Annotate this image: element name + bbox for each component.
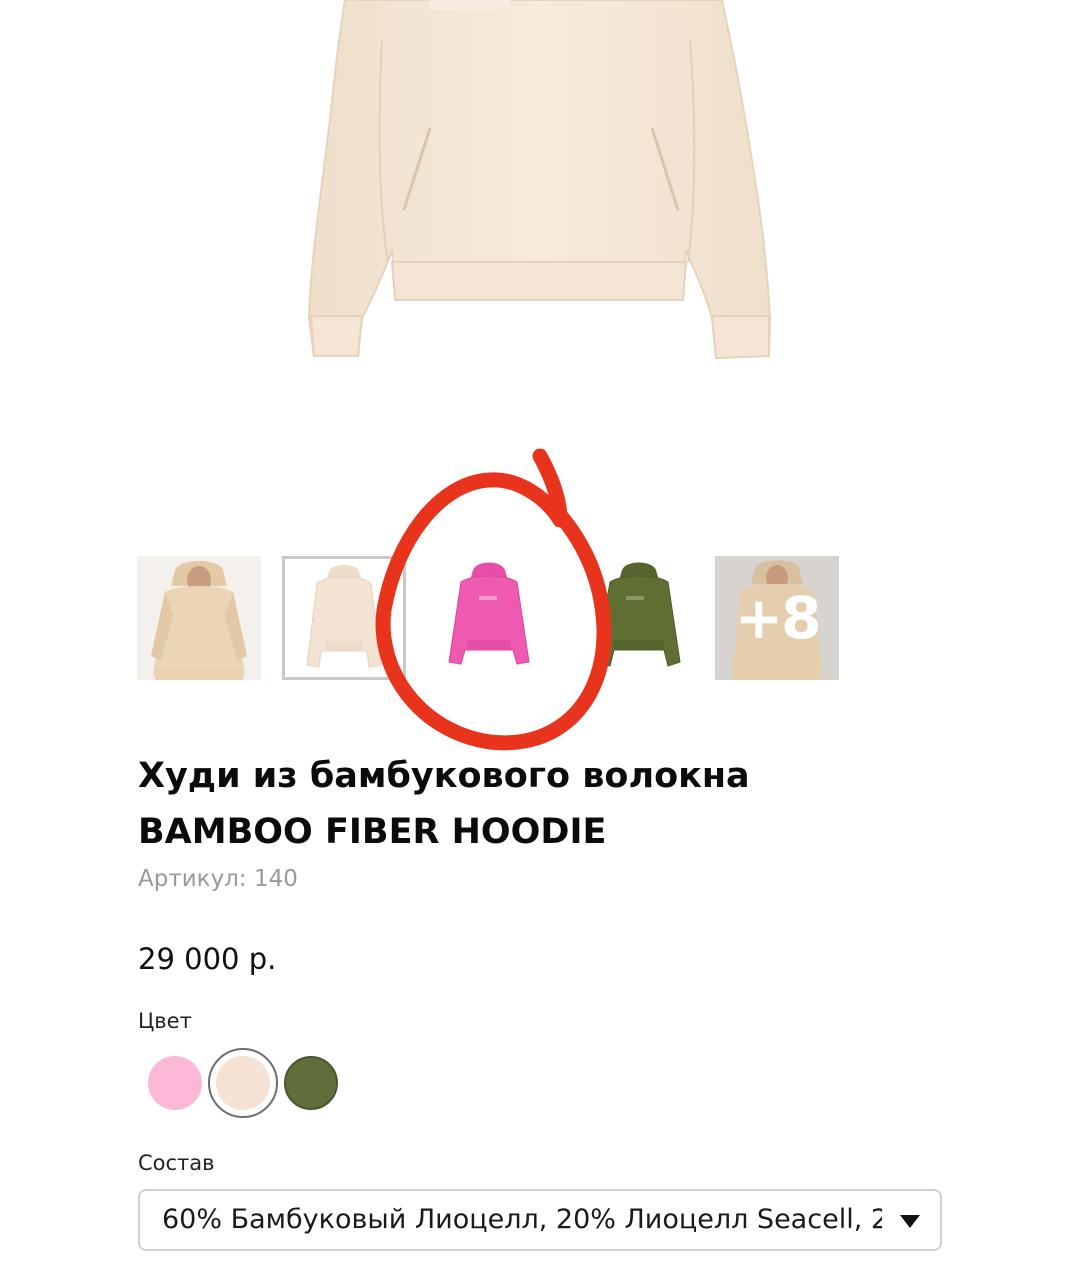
product-sku: Артикул: 140 [138, 866, 298, 892]
product-title: Худи из бамбукового волокна BAMBOO FIBER… [138, 748, 958, 860]
thumbnail-hoodie-green[interactable] [582, 556, 706, 680]
product-main-image[interactable] [0, 0, 1080, 440]
model-hoodie-image [137, 556, 261, 680]
composition-label: Состав [138, 1151, 215, 1175]
product-price: 29 000 р. [138, 942, 277, 976]
color-swatch-pink[interactable] [148, 1056, 202, 1110]
product-title-en: BAMBOO FIBER HOODIE [138, 812, 607, 852]
chevron-down-icon [900, 1215, 920, 1228]
thumbnail-gallery: +8 [137, 556, 857, 682]
hoodie-green-thumb-image [582, 556, 706, 680]
product-title-ru: Худи из бамбукового волокна [138, 756, 750, 796]
color-swatches [144, 1048, 444, 1120]
composition-selected-value: 60% Бамбуковый Лиоцелл, 20% Лиоцелл Seac… [162, 1204, 882, 1235]
color-label: Цвет [138, 1009, 192, 1033]
composition-select[interactable]: 60% Бамбуковый Лиоцелл, 20% Лиоцелл Seac… [138, 1189, 942, 1251]
hoodie-cream-image [307, 0, 772, 360]
thumbnail-more[interactable]: +8 [715, 556, 839, 680]
thumbnail-model-front[interactable] [137, 556, 261, 680]
thumbnail-hoodie-pink[interactable] [427, 556, 551, 680]
color-swatch-cream[interactable] [216, 1056, 270, 1110]
more-images-count: +8 [734, 584, 822, 652]
color-swatch-olive[interactable] [284, 1056, 338, 1110]
hoodie-pink-thumb-image [427, 556, 551, 680]
thumbnail-hoodie-cream[interactable] [282, 556, 406, 680]
hoodie-cream-thumb-image [285, 559, 403, 677]
